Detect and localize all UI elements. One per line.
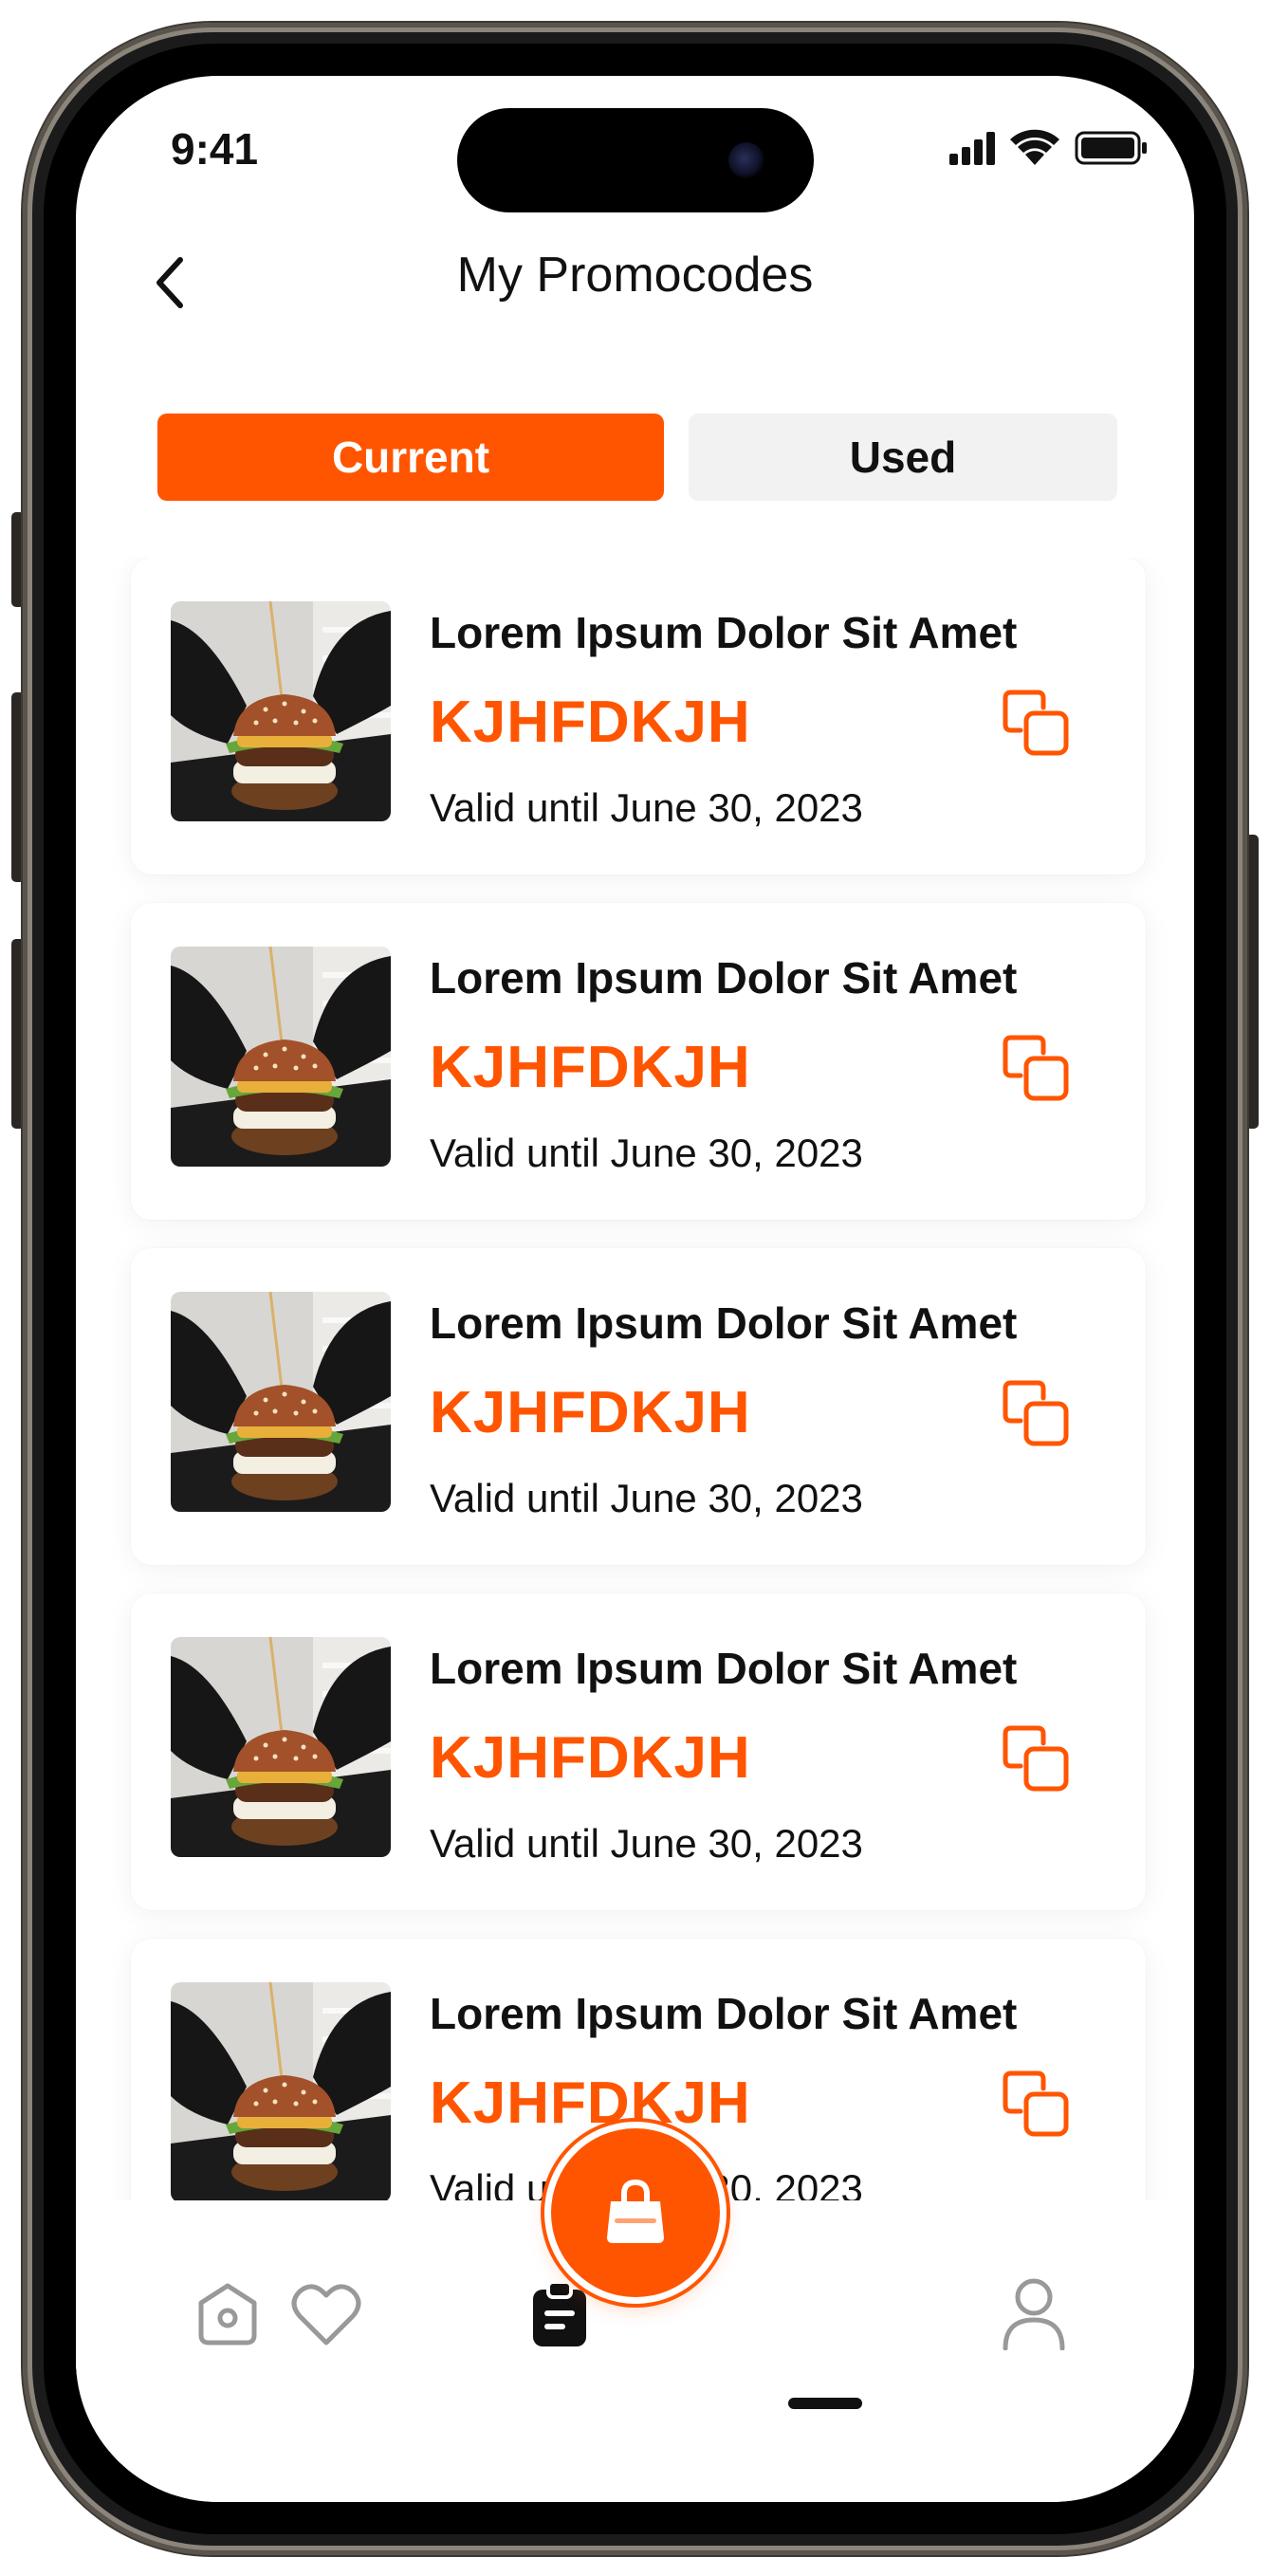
promo-code: KJHFDKJH [430, 690, 751, 755]
promo-title: Lorem Ipsum Dolor Sit Amet [430, 608, 1018, 657]
profile-icon [1003, 2278, 1065, 2350]
copy-icon[interactable] [1002, 1379, 1070, 1447]
tab-home[interactable] [193, 2280, 262, 2348]
dynamic-island [457, 108, 814, 212]
power-button [1245, 835, 1259, 1129]
app-screen: 9:41 My Promocodes Current Used Lorem Ip… [76, 76, 1194, 2502]
active-tab-indicator [788, 2398, 862, 2409]
tab-current[interactable]: Current [157, 414, 664, 501]
status-icons [949, 129, 1147, 165]
page-title: My Promocodes [456, 248, 814, 303]
battery-icon [1075, 131, 1147, 165]
burger-image [171, 601, 391, 821]
tab-orders[interactable] [529, 2280, 590, 2348]
promo-code: KJHFDKJH [430, 1725, 751, 1791]
promo-code: KJHFDKJH [430, 1035, 751, 1100]
burger-image [171, 1982, 391, 2202]
promo-valid-until: Valid until June 30, 2023 [430, 1131, 863, 1175]
cart-floating-button[interactable] [551, 2128, 720, 2297]
clipboard-icon [533, 2280, 586, 2346]
promo-valid-until: Valid until June 30, 2023 [430, 785, 863, 830]
copy-icon[interactable] [1002, 1724, 1070, 1793]
promocode-card[interactable]: Lorem Ipsum Dolor Sit Amet KJHFDKJH Vali… [131, 903, 1146, 1220]
home-icon [198, 2283, 257, 2346]
front-camera-icon [728, 142, 764, 178]
status-time: 9:41 [171, 124, 259, 174]
tab-used[interactable]: Used [689, 414, 1117, 501]
promocode-card[interactable]: Lorem Ipsum Dolor Sit Amet KJHFDKJH Vali… [131, 1593, 1146, 1910]
heart-icon [291, 2284, 361, 2346]
promo-title: Lorem Ipsum Dolor Sit Amet [430, 953, 1018, 1003]
copy-icon[interactable] [1002, 1034, 1070, 1102]
promo-title: Lorem Ipsum Dolor Sit Amet [430, 1989, 1018, 2038]
shopping-bag-icon [607, 2179, 664, 2243]
tab-favorites[interactable] [290, 2280, 362, 2348]
tab-profile[interactable] [1002, 2276, 1066, 2350]
burger-image [171, 1292, 391, 1512]
promo-code: KJHFDKJH [430, 1380, 751, 1445]
burger-image [171, 1637, 391, 1857]
promo-code: KJHFDKJH [430, 2070, 751, 2136]
burger-image [171, 947, 391, 1167]
promo-title: Lorem Ipsum Dolor Sit Amet [430, 1298, 1018, 1348]
promocode-card[interactable]: Lorem Ipsum Dolor Sit Amet KJHFDKJH Vali… [131, 558, 1146, 874]
wifi-icon [1010, 129, 1059, 165]
promo-valid-until: Valid until June 30, 2023 [430, 1821, 863, 1866]
promocode-list[interactable]: Lorem Ipsum Dolor Sit Amet KJHFDKJH Vali… [76, 558, 1194, 2274]
copy-icon[interactable] [1002, 689, 1070, 757]
promo-valid-until: Valid until June 30, 2023 [430, 1476, 863, 1520]
copy-icon[interactable] [1002, 2070, 1070, 2138]
promocode-card[interactable]: Lorem Ipsum Dolor Sit Amet KJHFDKJH Vali… [131, 1248, 1146, 1565]
promo-title: Lorem Ipsum Dolor Sit Amet [430, 1644, 1018, 1693]
signal-icon [949, 132, 995, 165]
promocode-tabs: Current Used [157, 414, 1117, 501]
